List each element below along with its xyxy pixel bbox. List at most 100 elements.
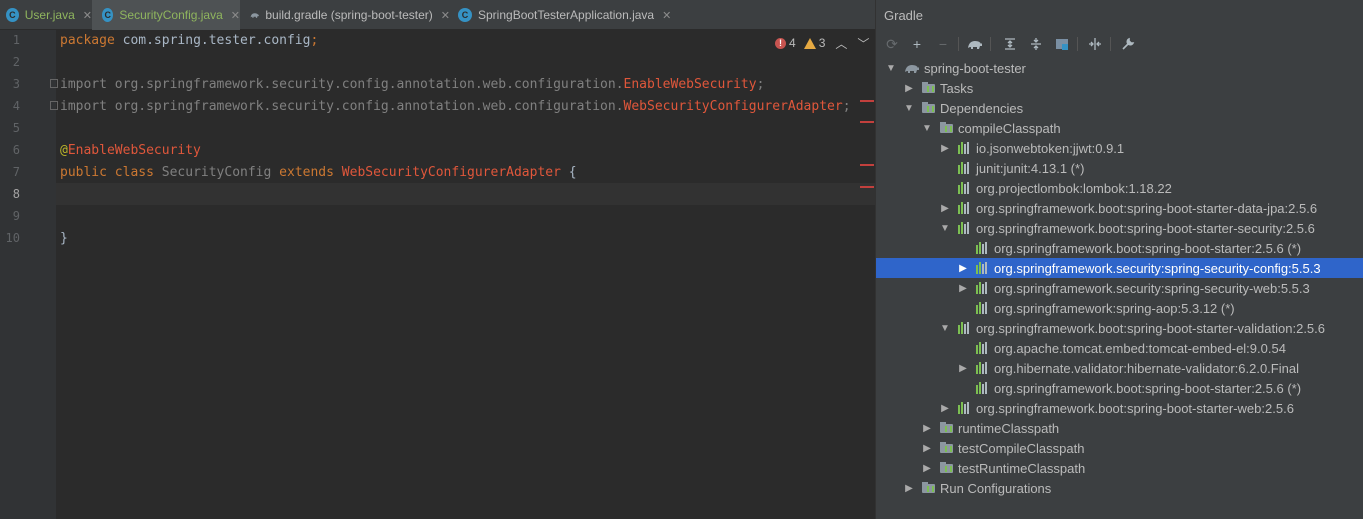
collapse-all-icon[interactable]	[1026, 34, 1046, 54]
tab-user-java[interactable]: C User.java ✕	[0, 0, 92, 30]
chevron-right-icon[interactable]: ▶	[922, 423, 932, 434]
error-stripe-mark[interactable]	[860, 121, 874, 123]
close-icon[interactable]: ✕	[231, 9, 240, 22]
library-icon	[958, 202, 972, 214]
tree-item[interactable]: ▶ Run Configurations	[876, 478, 1363, 498]
chevron-down-icon[interactable]: ▼	[904, 103, 914, 114]
close-icon[interactable]: ✕	[83, 9, 92, 22]
close-icon[interactable]: ✕	[662, 9, 671, 22]
tree-item-label: org.springframework.boot:spring-boot-sta…	[976, 200, 1318, 216]
library-icon	[976, 382, 990, 394]
dependency-tree-item[interactable]: ▶ io.jsonwebtoken:jjwt:0.9.1	[876, 138, 1363, 158]
dependency-tree-item[interactable]: ▶ org.hibernate.validator:hibernate-valid…	[876, 358, 1363, 378]
folder-icon	[940, 122, 954, 134]
dependency-tree-item[interactable]: junit:junit:4.13.1 (*)	[876, 158, 1363, 178]
chevron-down-icon[interactable]: ▼	[886, 63, 896, 74]
chevron-right-icon[interactable]: ▶	[940, 403, 950, 414]
dependency-tree-item[interactable]: ▶ org.springframework.boot:spring-boot-st…	[876, 198, 1363, 218]
chevron-down-icon[interactable]: ▼	[922, 123, 932, 134]
code-line-7[interactable]: public class SecurityConfig extends WebS…	[60, 164, 577, 182]
tree-item[interactable]: ▼ spring-boot-tester	[876, 58, 1363, 78]
dependency-tree-item[interactable]: org.projectlombok:lombok:1.18.22	[876, 178, 1363, 198]
expand-all-icon[interactable]	[1000, 34, 1020, 54]
tab-label: build.gradle (spring-boot-tester)	[265, 8, 433, 22]
line-number-gutter: 1 2 3 4 5 6 7 8 9 10	[0, 30, 58, 519]
chevron-right-icon[interactable]: ▶	[940, 143, 950, 154]
chevron-right-icon[interactable]: ▶	[922, 443, 932, 454]
dependency-tree-item[interactable]: ▶ org.springframework.security:spring-sec…	[876, 278, 1363, 298]
chevron-right-icon[interactable]: ▶	[958, 283, 968, 294]
chevron-right-icon[interactable]: ▶	[958, 363, 968, 374]
error-stripe-mark[interactable]	[860, 186, 874, 188]
spring-app-icon: C	[458, 8, 472, 22]
chevron-down-icon[interactable]: ▼	[940, 223, 950, 234]
code-line-3[interactable]: import org.springframework.security.conf…	[60, 76, 764, 94]
tree-item-label: org.springframework:spring-aop:5.3.12 (*…	[994, 300, 1235, 316]
close-icon[interactable]: ✕	[441, 9, 450, 22]
chevron-up-icon[interactable]: ︿	[835, 35, 847, 52]
folder-icon	[940, 462, 954, 474]
add-icon[interactable]: +	[907, 34, 927, 54]
chevron-right-icon[interactable]: ▶	[958, 263, 968, 274]
tree-item-label: org.springframework.boot:spring-boot-sta…	[976, 220, 1315, 236]
group-modules-icon[interactable]	[1052, 34, 1072, 54]
tree-item[interactable]: ▼ compileClasspath	[876, 118, 1363, 138]
code-line-4[interactable]: import org.springframework.security.conf…	[60, 98, 851, 116]
tree-item[interactable]: ▼ Dependencies	[876, 98, 1363, 118]
error-stripe-mark[interactable]	[860, 100, 874, 102]
tree-item-label: org.springframework.boot:spring-boot-sta…	[976, 320, 1326, 336]
code-line-10[interactable]: }	[60, 230, 68, 248]
settings-wrench-icon[interactable]	[1118, 34, 1138, 54]
reload-icon[interactable]: ⟳	[882, 34, 902, 54]
code-line-6[interactable]: @EnableWebSecurity	[60, 142, 201, 160]
chevron-right-icon[interactable]: ▶	[922, 463, 932, 474]
toggle-offline-icon[interactable]	[1085, 34, 1105, 54]
chevron-right-icon[interactable]: ▶	[904, 83, 914, 94]
fold-marker-icon[interactable]	[50, 101, 58, 110]
tree-item-label: org.projectlombok:lombok:1.18.22	[976, 180, 1172, 196]
java-class-icon: C	[102, 8, 114, 22]
dependency-tree-item[interactable]: ▶ org.springframework.security:spring-sec…	[876, 258, 1363, 278]
dependency-tree-item[interactable]: org.springframework.boot:spring-boot-sta…	[876, 378, 1363, 398]
fold-marker-icon[interactable]	[50, 79, 58, 88]
tree-item-label: org.hibernate.validator:hibernate-valida…	[994, 360, 1299, 376]
library-icon	[976, 342, 990, 354]
tree-item[interactable]: ▶ testRuntimeClasspath	[876, 458, 1363, 478]
code-line-1[interactable]: package com.spring.tester.config;	[60, 32, 318, 50]
tab-springboottesterapplication-java[interactable]: C SpringBootTesterApplication.java ✕	[456, 0, 676, 30]
tree-item-label: testCompileClasspath	[958, 440, 1085, 456]
tree-item[interactable]: ▶ testCompileClasspath	[876, 438, 1363, 458]
library-icon	[976, 242, 990, 254]
folder-icon	[922, 482, 936, 494]
dependency-tree-item[interactable]: ▼ org.springframework.boot:spring-boot-st…	[876, 318, 1363, 338]
dependency-tree-item[interactable]: org.springframework:spring-aop:5.3.12 (*…	[876, 298, 1363, 318]
code-editor[interactable]: C User.java ✕ C SecurityConfig.java ✕ bu…	[0, 0, 875, 519]
dependency-tree-item[interactable]: org.springframework.boot:spring-boot-sta…	[876, 238, 1363, 258]
gradle-toolbar: ⟳ + −	[876, 32, 1363, 56]
line-number: 3	[12, 77, 20, 91]
error-count: 4	[789, 36, 796, 50]
error-stripe-mark[interactable]	[860, 164, 874, 166]
tree-item-label: org.apache.tomcat.embed:tomcat-embed-el:…	[994, 340, 1286, 356]
remove-icon[interactable]: −	[933, 34, 953, 54]
folder-icon	[940, 442, 954, 454]
tree-item[interactable]: ▶ Tasks	[876, 78, 1363, 98]
tab-build-gradle[interactable]: build.gradle (spring-boot-tester) ✕	[244, 0, 450, 30]
tree-item[interactable]: ▶ runtimeClasspath	[876, 418, 1363, 438]
chevron-right-icon[interactable]: ▶	[940, 203, 950, 214]
inspection-widget[interactable]: ! 4 3 ︿ ﹀	[775, 35, 869, 51]
chevron-right-icon[interactable]: ▶	[904, 483, 914, 494]
tree-item-label: org.springframework.boot:spring-boot-sta…	[994, 240, 1302, 256]
dependency-tree-item[interactable]: ▶ org.springframework.boot:spring-boot-st…	[876, 398, 1363, 418]
tab-securityconfig-java[interactable]: C SecurityConfig.java ✕	[92, 0, 240, 30]
current-line-highlight	[56, 183, 875, 205]
elephant-icon[interactable]	[965, 34, 985, 54]
tree-item-label: junit:junit:4.13.1 (*)	[976, 160, 1085, 176]
dependency-tree-item[interactable]: org.apache.tomcat.embed:tomcat-embed-el:…	[876, 338, 1363, 358]
tree-item-label: Dependencies	[940, 100, 1024, 116]
chevron-down-icon[interactable]: ▼	[940, 323, 950, 334]
chevron-down-icon[interactable]: ﹀	[857, 35, 869, 52]
line-number: 9	[12, 209, 20, 223]
line-number: 6	[12, 143, 20, 157]
dependency-tree-item[interactable]: ▼ org.springframework.boot:spring-boot-st…	[876, 218, 1363, 238]
